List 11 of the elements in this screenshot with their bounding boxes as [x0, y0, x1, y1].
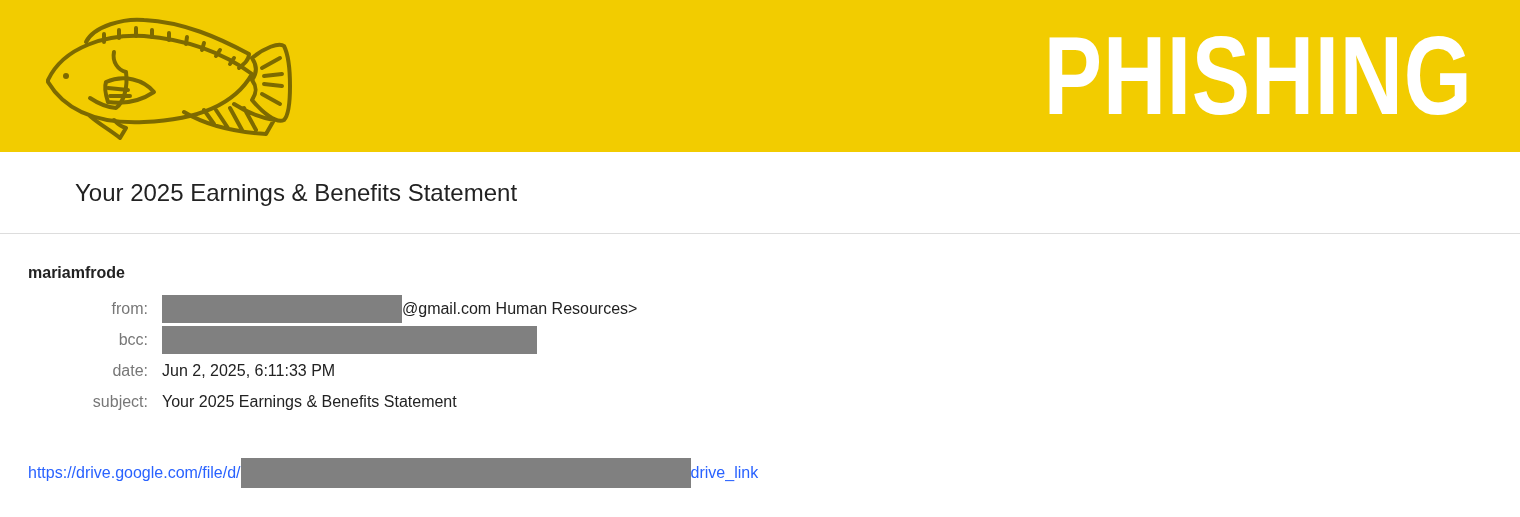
field-label: subject: [91, 392, 148, 412]
field-label: from: [110, 299, 148, 319]
field-value: @gmail.com Human Resources> [402, 299, 638, 319]
banner-title: PHISHING [1043, 20, 1472, 132]
drive-link[interactable]: https://drive.google.com/file/d/ drive_link [28, 458, 759, 488]
field-value: Jun 2, 2025, 6:11:33 PM [162, 361, 336, 381]
field-label: date: [111, 361, 148, 381]
field-label: bcc: [117, 330, 148, 350]
sender-name: mariamfrode [28, 264, 126, 282]
field-value: Your 2025 Earnings & Benefits Statement [162, 392, 457, 412]
email-subject: Your 2025 Earnings & Benefits Statement [75, 178, 518, 207]
